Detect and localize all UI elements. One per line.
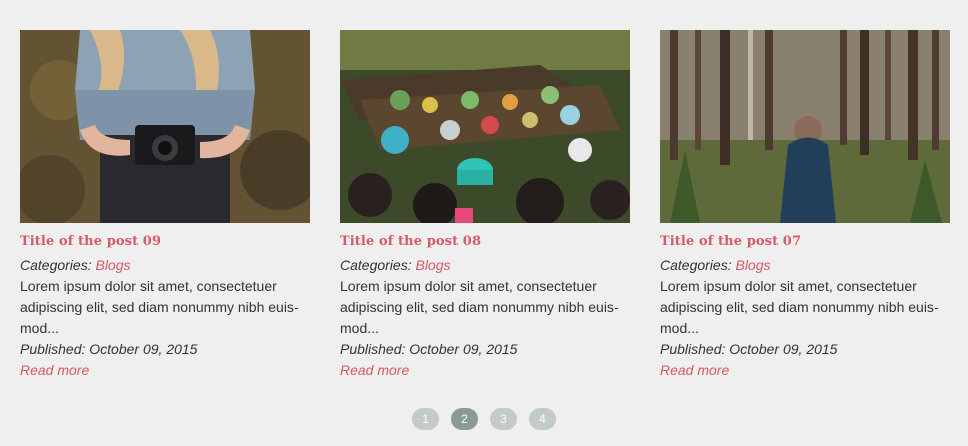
post-card: Title of the post 09 Categories: Blogs L… (20, 30, 310, 381)
page-button-1[interactable]: 1 (412, 408, 439, 430)
published-date: October 09, 2015 (89, 341, 198, 357)
post-published: Published: October 09, 2015 (660, 339, 950, 360)
post-excerpt: Lorem ipsum dolor sit amet, consectetuer… (20, 278, 299, 336)
post-title[interactable]: Title of the post 09 (20, 234, 310, 249)
post-categories: Categories: Blogs (660, 255, 950, 276)
categories-label: Categories: (660, 257, 732, 273)
categories-label: Categories: (20, 257, 92, 273)
category-link[interactable]: Blogs (95, 257, 130, 273)
post-thumbnail[interactable] (340, 30, 630, 223)
post-title[interactable]: Title of the post 08 (340, 234, 630, 249)
post-categories: Categories: Blogs (20, 255, 310, 276)
post-grid: Title of the post 09 Categories: Blogs L… (20, 30, 950, 390)
published-label: Published: (660, 341, 726, 357)
read-more-link[interactable]: Read more (660, 360, 950, 381)
post-thumbnail[interactable] (660, 30, 950, 223)
post-published: Published: October 09, 2015 (340, 339, 630, 360)
page-button-2-current[interactable]: 2 (451, 408, 478, 430)
post-categories: Categories: Blogs (340, 255, 630, 276)
post-card: Title of the post 08 Categories: Blogs L… (340, 30, 630, 381)
post-published: Published: October 09, 2015 (20, 339, 310, 360)
photo-floating-market (340, 30, 630, 223)
photo-person-in-forest (660, 30, 950, 223)
category-link[interactable]: Blogs (415, 257, 450, 273)
published-label: Published: (340, 341, 406, 357)
post-excerpt: Lorem ipsum dolor sit amet, consectetuer… (660, 278, 939, 336)
published-date: October 09, 2015 (409, 341, 518, 357)
category-link[interactable]: Blogs (735, 257, 770, 273)
categories-label: Categories: (340, 257, 412, 273)
published-date: October 09, 2015 (729, 341, 838, 357)
post-thumbnail[interactable] (20, 30, 310, 223)
published-label: Published: (20, 341, 86, 357)
photo-woman-with-camera (20, 30, 310, 223)
page-button-3[interactable]: 3 (490, 408, 517, 430)
post-excerpt: Lorem ipsum dolor sit amet, consectetuer… (340, 278, 619, 336)
post-card: Title of the post 07 Categories: Blogs L… (660, 30, 950, 381)
post-title[interactable]: Title of the post 07 (660, 234, 950, 249)
page-button-4[interactable]: 4 (529, 408, 556, 430)
read-more-link[interactable]: Read more (340, 360, 630, 381)
pagination: 1234 (0, 408, 968, 430)
read-more-link[interactable]: Read more (20, 360, 310, 381)
